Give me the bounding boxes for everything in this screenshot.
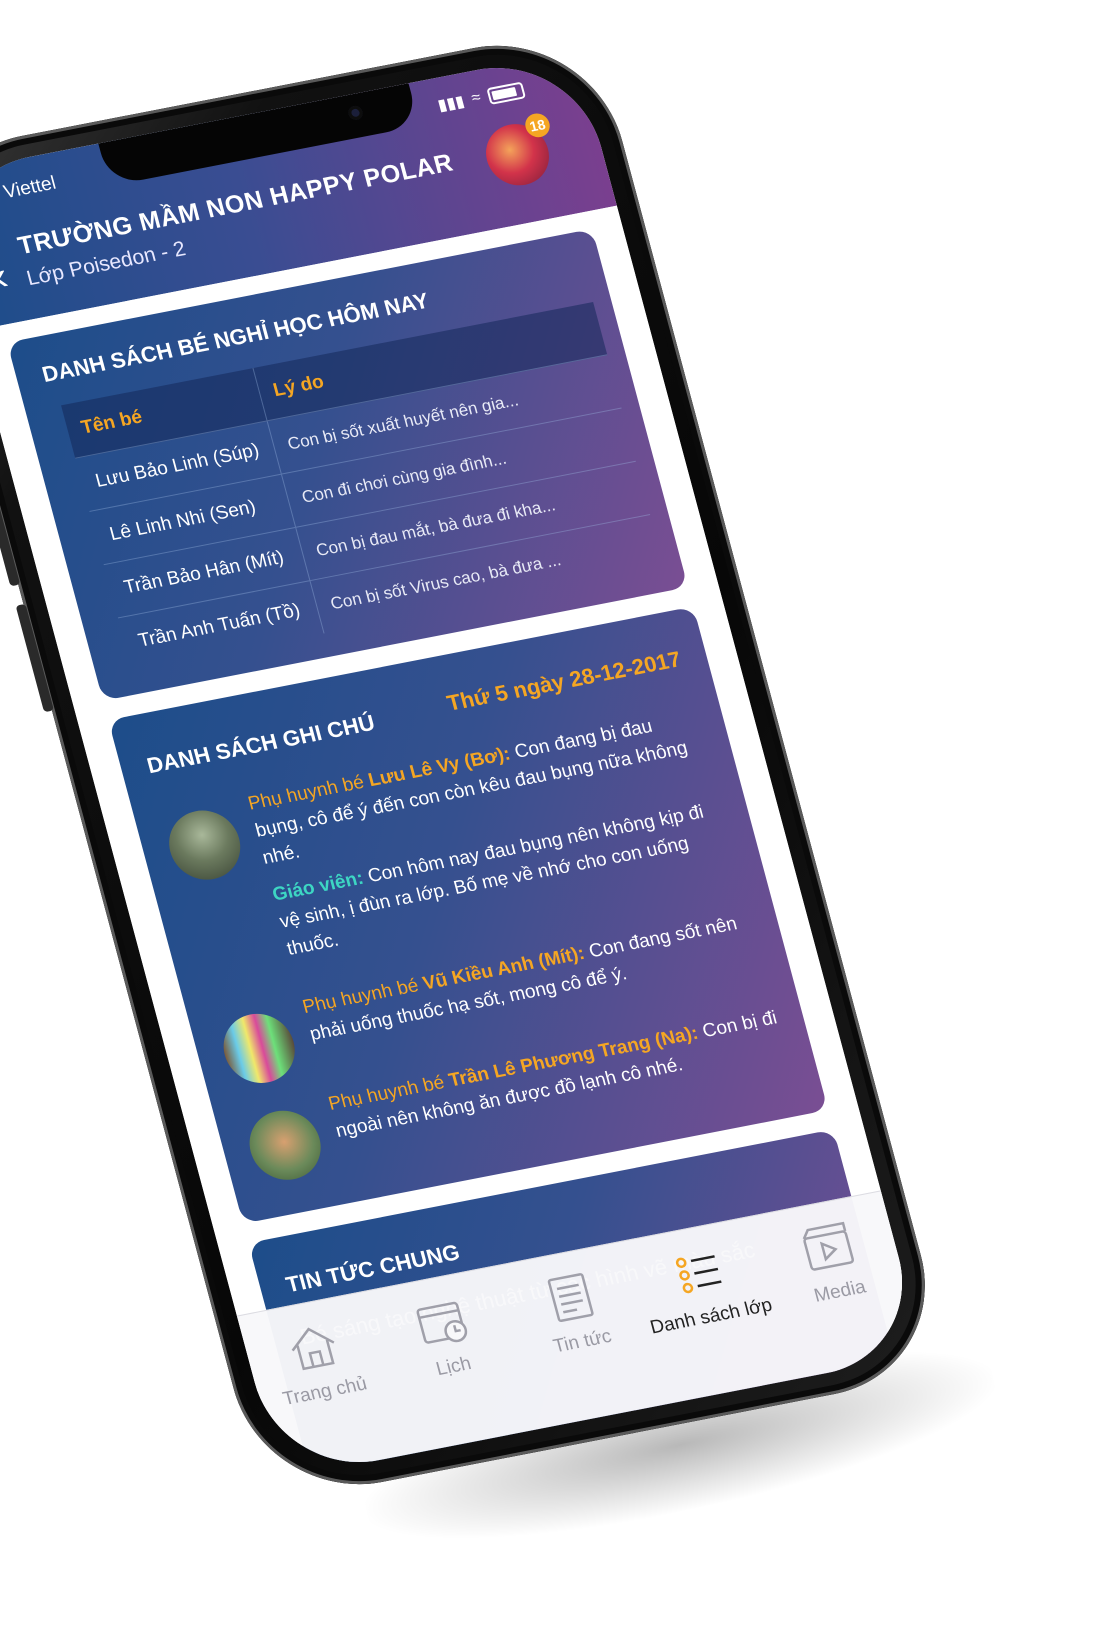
- tab-label: Lịch: [433, 1353, 474, 1381]
- news-icon: [547, 1273, 594, 1323]
- parent-avatar: [241, 1104, 329, 1186]
- notes-card: DANH SÁCH GHI CHÚ Thứ 5 ngày 28-12-2017 …: [108, 606, 829, 1224]
- notes-card-title: DANH SÁCH GHI CHÚ: [144, 709, 378, 779]
- media-icon: [803, 1221, 855, 1271]
- tab-media[interactable]: Media: [757, 1209, 908, 1315]
- list-icon: [676, 1255, 722, 1294]
- tab-class-list[interactable]: Danh sách lớp: [628, 1234, 779, 1340]
- phone-mockup: ‹ Viettel ▮▮▮ ≈ ‹ TRƯỜNG MẦM NON HAPPY P…: [0, 25, 952, 1505]
- app-screen: ‹ Viettel ▮▮▮ ≈ ‹ TRƯỜNG MẦM NON HAPPY P…: [0, 50, 925, 1480]
- home-icon: [291, 1327, 335, 1371]
- tab-home[interactable]: Trang chủ: [242, 1309, 393, 1415]
- tab-label: Trang chủ: [280, 1373, 370, 1410]
- wifi-icon: ≈: [469, 89, 483, 108]
- status-carrier: ‹ Viettel: [0, 173, 59, 209]
- tab-news[interactable]: Tin tức: [499, 1259, 650, 1365]
- tab-calendar[interactable]: Lịch: [370, 1284, 521, 1390]
- tab-label: Tin tức: [551, 1325, 614, 1358]
- status-icons: ▮▮▮ ≈: [436, 80, 527, 116]
- mockup-stage: ‹ Viettel ▮▮▮ ≈ ‹ TRƯỜNG MẦM NON HAPPY P…: [0, 0, 1114, 1645]
- tab-label: Danh sách lớp: [647, 1294, 775, 1339]
- tab-label: Media: [811, 1276, 869, 1307]
- school-name: TRƯỜNG MẦM NON HAPPY POLAR: [14, 148, 457, 261]
- back-chevron-icon[interactable]: ‹: [0, 254, 13, 299]
- battery-icon: [486, 81, 526, 105]
- carrier-logo-icon: ‹: [0, 184, 1, 208]
- parent-avatar: [215, 1007, 303, 1089]
- parent-avatar: [161, 804, 249, 886]
- calendar-icon: [416, 1301, 467, 1344]
- carrier-name: Viettel: [1, 172, 59, 204]
- volume-down-button: [15, 603, 54, 713]
- phone-frame: ‹ Viettel ▮▮▮ ≈ ‹ TRƯỜNG MẦM NON HAPPY P…: [0, 25, 952, 1505]
- notes-date: Thứ 5 ngày 28-12-2017: [444, 646, 684, 716]
- signal-icon: ▮▮▮: [436, 93, 467, 115]
- camera-icon: [346, 104, 365, 121]
